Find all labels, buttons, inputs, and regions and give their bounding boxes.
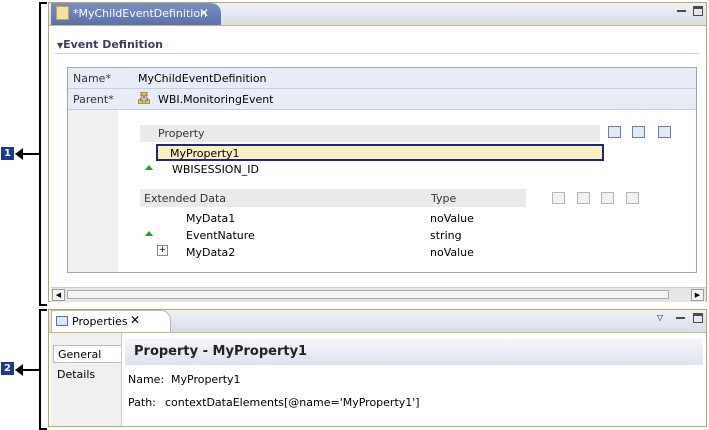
extended-data-row[interactable]: EventNature (186, 229, 255, 242)
close-icon[interactable]: ✕ (199, 6, 209, 20)
editor-tab-title: *MyChildEventDefinition (73, 7, 208, 20)
scroll-right-icon[interactable]: ▶ (691, 289, 704, 301)
properties-tab-title: Properties (72, 315, 128, 328)
property-name: MyProperty1 (170, 147, 240, 160)
property-settings-icon[interactable] (658, 126, 671, 138)
extended-data-type: noValue (430, 212, 474, 225)
section-title: Event Definition (63, 38, 163, 51)
tab-general[interactable]: General (53, 345, 121, 363)
editor-tab-bar: *MyChildEventDefinition ✕ (49, 3, 706, 26)
tab-general-label: General (58, 348, 102, 361)
parent-field[interactable]: WBI.MonitoringEvent (158, 93, 274, 106)
tab-properties[interactable]: Properties ✕ (51, 310, 171, 332)
extended-data-row[interactable]: MyData1 (186, 212, 235, 225)
extended-data-column-header: Extended Data (144, 192, 227, 205)
callout-bracket-2 (39, 309, 47, 430)
tab-details-label: Details (57, 368, 96, 381)
inherited-marker-icon (145, 231, 153, 236)
tab-details[interactable]: Details (53, 366, 121, 384)
extended-data-row[interactable]: MyData2 (186, 246, 235, 259)
extended-data-header: Extended Data Type (140, 189, 526, 207)
tab-mychildeventdefinition[interactable]: *MyChildEventDefinition ✕ (51, 3, 221, 25)
properties-title: Property - MyProperty1 (134, 344, 308, 359)
callout-arrow-1 (15, 148, 39, 160)
name-label: Name: (128, 373, 165, 386)
scroll-left-icon[interactable]: ◀ (52, 289, 65, 301)
property-table-header: Property (140, 125, 600, 142)
callout-bracket-1 (39, 2, 47, 306)
close-icon[interactable]: ✕ (130, 313, 140, 327)
name-value: MyProperty1 (171, 373, 241, 386)
event-definition-editor: *MyChildEventDefinition ✕ ▼Event Definit… (48, 2, 707, 302)
maximize-icon[interactable] (693, 6, 703, 16)
scrollbar-thumb[interactable] (67, 290, 669, 299)
section-toggle[interactable]: ▼Event Definition (57, 38, 163, 51)
horizontal-scrollbar[interactable]: ◀ ▶ (51, 287, 706, 302)
properties-header: Property - MyProperty1 (125, 339, 703, 365)
extended-data-type: noValue (430, 246, 474, 259)
event-definition-icon (56, 6, 69, 20)
maximize-icon[interactable] (693, 313, 703, 323)
add-property-group-icon[interactable] (632, 126, 645, 138)
callout-arrow-2 (15, 364, 39, 376)
paste-extended-data-icon[interactable] (601, 192, 614, 204)
add-extended-data-icon[interactable] (552, 192, 565, 204)
event-form: Name* MyChildEventDefinition Parent* WBI… (67, 67, 697, 273)
remove-extended-data-icon[interactable] (626, 192, 639, 204)
copy-extended-data-icon[interactable] (577, 192, 590, 204)
property-column-header: Property (158, 127, 205, 140)
parent-row: Parent* WBI.MonitoringEvent (68, 89, 696, 110)
callout-badge-2: 2 (1, 362, 14, 375)
properties-icon (56, 316, 68, 326)
expand-icon[interactable]: + (157, 245, 168, 256)
path-value: contextDataElements[@name='MyProperty1'] (165, 396, 420, 409)
section-divider (55, 53, 699, 54)
property-row[interactable]: WBISESSION_ID (172, 163, 259, 176)
hierarchy-icon (137, 91, 151, 105)
property-row-selected[interactable]: MyProperty1 (156, 144, 604, 161)
name-row: Name* MyChildEventDefinition (68, 68, 696, 89)
callout-badge-1: 1 (1, 147, 14, 160)
properties-view: Properties ✕ ▽ General Details Property … (48, 309, 707, 427)
properties-tab-bar: Properties ✕ ▽ (49, 310, 706, 333)
minimize-icon[interactable] (677, 6, 686, 12)
add-property-icon[interactable] (608, 126, 621, 138)
inherited-marker-icon (145, 165, 153, 170)
name-field[interactable]: MyChildEventDefinition (138, 72, 267, 85)
extended-data-type: string (430, 229, 462, 242)
minimize-icon[interactable] (676, 313, 685, 319)
parent-label: Parent* (73, 93, 114, 106)
type-column-header: Type (431, 192, 457, 205)
path-label: Path: (128, 396, 156, 409)
view-menu-icon[interactable]: ▽ (657, 313, 663, 322)
name-label: Name* (73, 72, 111, 85)
